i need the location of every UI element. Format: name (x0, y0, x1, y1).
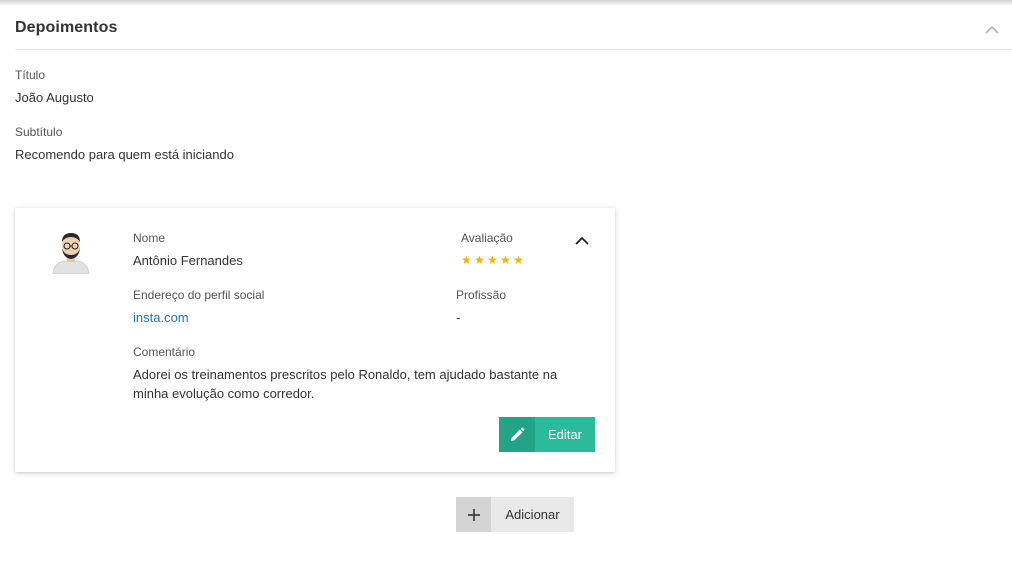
title-value: João Augusto (15, 90, 94, 105)
comment-label: Comentário (133, 345, 196, 359)
star-icon: ★ (487, 253, 498, 267)
add-button[interactable]: Adicionar (456, 497, 574, 532)
star-icon: ★ (461, 253, 472, 267)
subtitle-value: Recomendo para quem está iniciando (15, 147, 234, 162)
name-value: Antônio Fernandes (133, 253, 243, 268)
testimonial-card: Nome Antônio Fernandes Avaliação ★ ★ ★ ★ ★ E… (15, 208, 615, 472)
name-label: Nome (133, 231, 166, 245)
edit-button[interactable]: Editar (499, 417, 595, 452)
edit-button-label: Editar (548, 427, 582, 442)
avatar (52, 233, 90, 274)
star-icon: ★ (513, 253, 524, 267)
social-label: Endereço do perfil social (133, 288, 265, 302)
star-icon: ★ (474, 253, 485, 267)
section-header: Depoimentos (15, 18, 1012, 50)
chevron-up-icon[interactable] (574, 235, 590, 247)
star-icon: ★ (500, 253, 511, 267)
title-label: Título (15, 68, 46, 82)
plus-icon (456, 497, 491, 532)
section-title: Depoimentos (15, 19, 118, 36)
chevron-up-icon[interactable] (984, 24, 1000, 36)
subtitle-label: Subtítulo (15, 125, 63, 139)
profession-label: Profissão (456, 288, 507, 302)
rating-stars: ★ ★ ★ ★ ★ (461, 253, 526, 267)
social-link[interactable]: insta.com (133, 310, 189, 325)
profession-value: - (456, 310, 461, 325)
top-shadow (0, 0, 1012, 6)
rating-label: Avaliação (461, 231, 513, 245)
comment-value: Adorei os treinamentos prescritos pelo R… (133, 367, 558, 401)
add-button-label: Adicionar (505, 507, 560, 522)
pencil-icon (499, 417, 535, 452)
